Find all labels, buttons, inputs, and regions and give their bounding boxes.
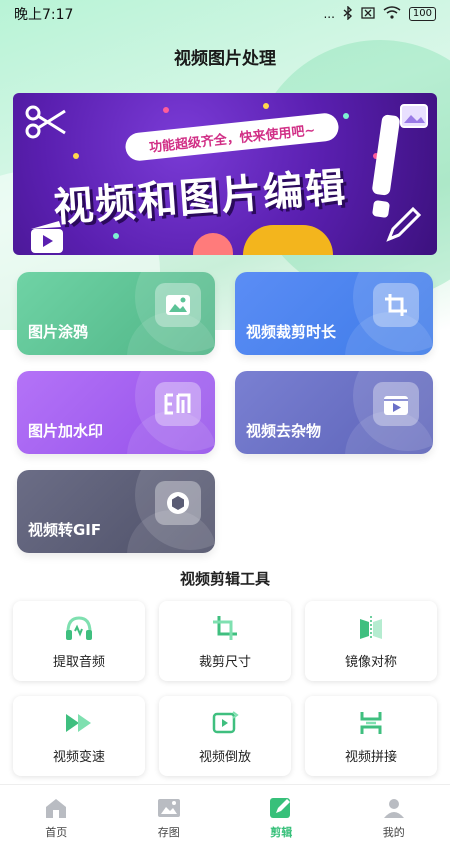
tool-video-merge[interactable]: 视频拼接: [305, 696, 437, 776]
edit-icon: [269, 796, 293, 820]
pencil-icon: [383, 205, 423, 249]
tab-label: 存图: [157, 825, 180, 839]
page-title: 视频图片处理: [174, 49, 276, 69]
tab-edit[interactable]: 剪辑: [241, 796, 321, 840]
tools-section-title: 视频剪辑工具: [179, 570, 270, 588]
fast-forward-icon: [64, 708, 94, 738]
promo-banner[interactable]: 功能超级齐全，快来使用吧~ 视频和图片编辑: [13, 93, 437, 255]
exclaim-dot: [371, 199, 391, 219]
image-icon: [155, 283, 201, 327]
feature-label: 视频裁剪时长: [246, 323, 337, 341]
feature-video-trim[interactable]: 视频裁剪时长: [235, 272, 433, 355]
status-bar: 晚上7:17 ... 100: [0, 0, 450, 28]
reverse-play-icon: [210, 708, 240, 738]
tool-crop-size[interactable]: 裁剪尺寸: [159, 601, 291, 681]
crop-size-icon: [210, 613, 240, 643]
home-icon: [44, 796, 68, 820]
tool-extract-audio[interactable]: 提取音频: [13, 601, 145, 681]
feature-watermark[interactable]: 图片加水印: [17, 371, 215, 454]
watermark-icon: [155, 382, 201, 426]
tool-video-reverse[interactable]: 视频倒放: [159, 696, 291, 776]
tool-label: 视频倒放: [198, 749, 251, 765]
feature-video-clean[interactable]: 视频去杂物: [235, 371, 433, 454]
tab-profile[interactable]: 我的: [354, 796, 434, 840]
banner-tagline: 功能超级齐全，快来使用吧~: [124, 111, 340, 163]
decor-shape: [193, 233, 233, 255]
feature-label: 图片涂鸦: [28, 323, 89, 341]
tab-gallery[interactable]: 存图: [129, 796, 209, 840]
tool-video-speed[interactable]: 视频变速: [13, 696, 145, 776]
tool-label: 提取音频: [52, 654, 105, 670]
tab-label: 首页: [45, 825, 68, 839]
tool-label: 裁剪尺寸: [198, 654, 251, 670]
headphones-icon: [64, 613, 94, 643]
aperture-icon: [155, 481, 201, 525]
video-play-icon: [373, 382, 419, 426]
feature-image-doodle[interactable]: 图片涂鸦: [17, 272, 215, 355]
signal-dots: ...: [323, 7, 335, 21]
sim-off-icon: [361, 6, 375, 22]
tab-label: 剪辑: [270, 825, 293, 839]
merge-icon: [356, 708, 386, 738]
bottom-tab-bar: 首页 存图 剪辑 我的: [0, 784, 450, 850]
feature-label: 图片加水印: [28, 422, 104, 440]
tool-mirror[interactable]: 镜像对称: [305, 601, 437, 681]
wifi-icon: [383, 6, 401, 22]
banner-headline: 视频和图片编辑: [52, 164, 349, 232]
status-time: 晚上7:17: [14, 7, 74, 23]
scissors-icon: [25, 105, 67, 143]
picture-sticker-icon: [399, 103, 429, 133]
tool-label: 视频变速: [52, 749, 105, 765]
crop-icon: [373, 283, 419, 327]
feature-video-gif[interactable]: 视频转GIF: [17, 470, 215, 553]
feature-label: 视频转GIF: [28, 521, 102, 539]
tool-label: 镜像对称: [344, 654, 397, 670]
exclaim-mark: [371, 114, 401, 196]
tab-home[interactable]: 首页: [16, 796, 96, 840]
status-icons: ... 100: [323, 4, 436, 23]
bluetooth-icon: [343, 4, 353, 23]
tab-label: 我的: [382, 825, 405, 839]
feature-label: 视频去杂物: [246, 422, 322, 440]
user-icon: [382, 796, 406, 820]
gallery-icon: [157, 796, 181, 820]
battery-indicator: 100: [408, 7, 436, 21]
decor-shape: [243, 225, 333, 255]
tool-label: 视频拼接: [344, 749, 397, 765]
mirror-icon: [356, 613, 386, 643]
